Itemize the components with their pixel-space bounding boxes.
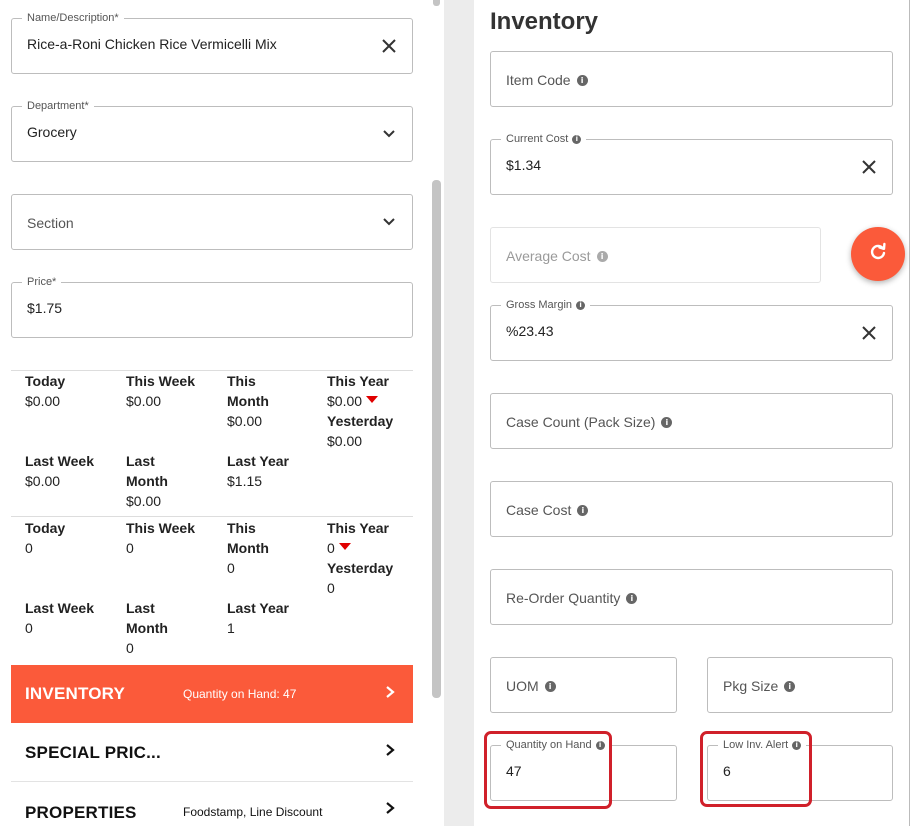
stat-last-month: Last Month 0 xyxy=(126,600,168,656)
stat-this-year: This Year $0.00 Yesterday $0.00 xyxy=(327,373,394,449)
stat-last-year: Last Year 1 xyxy=(227,600,290,636)
sales-units-grid: Today 0 This Week 0 This Month 0 This Ye… xyxy=(11,516,413,664)
case-count-placeholder: Case Count (Pack Size) i xyxy=(506,414,673,430)
gross-margin-field[interactable]: Gross Margin i %23.43 xyxy=(490,299,893,361)
name-description-field[interactable]: Name/Description* Rice-a-Roni Chicken Ri… xyxy=(11,12,413,74)
stat-last-month: Last Month $0.00 xyxy=(126,453,168,509)
inventory-panel: Inventory Item Code i Current Cost i $1.34… xyxy=(474,0,909,826)
low-inv-alert-highlight xyxy=(700,731,812,807)
case-count-field[interactable]: Case Count (Pack Size) i xyxy=(490,393,893,449)
current-cost-field[interactable]: Current Cost i $1.34 xyxy=(490,133,893,195)
clear-gross-margin-close-icon[interactable] xyxy=(860,324,878,342)
name-description-value[interactable]: Rice-a-Roni Chicken Rice Vermicelli Mix xyxy=(27,36,277,52)
properties-accordion[interactable]: PROPERTIES Foodstamp, Line Discount xyxy=(11,783,413,826)
chevron-down-icon[interactable] xyxy=(380,125,398,143)
stat-this-month: This Month $0.00 xyxy=(227,373,269,429)
price-value[interactable]: $1.75 xyxy=(27,300,62,316)
scrollbar-thumb[interactable] xyxy=(432,180,441,698)
chevron-down-icon[interactable] xyxy=(380,213,398,231)
current-cost-value[interactable]: $1.34 xyxy=(506,157,541,173)
gross-margin-value[interactable]: %23.43 xyxy=(506,323,553,339)
properties-accordion-subtitle: Foodstamp, Line Discount xyxy=(183,805,323,819)
stat-last-week: Last Week 0 xyxy=(25,600,94,636)
clear-name-close-icon[interactable] xyxy=(380,37,398,55)
inventory-accordion-title: INVENTORY xyxy=(25,684,126,703)
department-value: Grocery xyxy=(27,124,77,140)
panel-divider xyxy=(444,0,474,826)
stat-this-week: This Week $0.00 xyxy=(126,373,195,409)
current-cost-label: Current Cost i xyxy=(501,133,587,146)
section-select[interactable]: Section xyxy=(11,194,413,250)
item-details-panel: Name/Description* Rice-a-Roni Chicken Ri… xyxy=(0,0,430,826)
info-icon[interactable]: i xyxy=(661,416,673,428)
reorder-quantity-field[interactable]: Re-Order Quantity i xyxy=(490,569,893,625)
chevron-right-icon xyxy=(385,685,395,704)
info-icon[interactable]: i xyxy=(576,301,586,310)
down-triangle-icon xyxy=(366,396,379,403)
special-price-accordion[interactable]: SPECIAL PRIC... xyxy=(11,724,413,782)
stat-this-year: This Year 0 Yesterday 0 xyxy=(327,520,394,596)
info-icon[interactable]: i xyxy=(626,592,638,604)
special-price-accordion-title: SPECIAL PRIC... xyxy=(25,742,161,762)
average-cost-placeholder: Average Cost i xyxy=(506,248,608,264)
stat-today: Today $0.00 xyxy=(25,373,66,409)
average-cost-field: Average Cost i xyxy=(490,227,821,283)
uom-field[interactable]: UOM i xyxy=(490,657,677,713)
down-triangle-icon xyxy=(338,543,351,550)
app-window: Name/Description* Rice-a-Roni Chicken Ri… xyxy=(0,0,910,826)
chevron-right-icon xyxy=(385,743,395,762)
info-icon[interactable]: i xyxy=(544,680,556,692)
case-cost-field[interactable]: Case Cost i xyxy=(490,481,893,537)
price-label: Price* xyxy=(22,276,62,289)
pkg-size-placeholder: Pkg Size i xyxy=(723,678,796,694)
price-field[interactable]: Price* $1.75 xyxy=(11,276,413,338)
stat-this-month: This Month 0 xyxy=(227,520,269,576)
inventory-heading: Inventory xyxy=(490,8,599,35)
inventory-accordion-subtitle: Quantity on Hand: 47 xyxy=(183,687,297,701)
info-icon[interactable]: i xyxy=(784,680,796,692)
info-icon[interactable]: i xyxy=(576,74,588,86)
stat-this-week: This Week 0 xyxy=(126,520,195,556)
section-placeholder: Section xyxy=(27,215,74,231)
reorder-quantity-placeholder: Re-Order Quantity i xyxy=(506,590,638,606)
inventory-accordion[interactable]: INVENTORY Quantity on Hand: 47 xyxy=(11,665,413,723)
uom-placeholder: UOM i xyxy=(506,678,556,694)
refresh-icon xyxy=(868,242,888,267)
department-select[interactable]: Department* Grocery xyxy=(11,100,413,162)
quantity-on-hand-highlight xyxy=(484,731,612,809)
department-label: Department* xyxy=(22,100,94,113)
properties-accordion-title: PROPERTIES xyxy=(25,803,137,822)
sales-dollars-grid: Today $0.00 This Week $0.00 This Month $… xyxy=(11,370,413,516)
clear-current-cost-close-icon[interactable] xyxy=(860,158,878,176)
name-description-label: Name/Description* xyxy=(22,12,124,25)
info-icon[interactable]: i xyxy=(572,135,582,144)
gross-margin-label: Gross Margin i xyxy=(501,299,591,312)
item-code-field[interactable]: Item Code i xyxy=(490,51,893,107)
pkg-size-field[interactable]: Pkg Size i xyxy=(707,657,893,713)
info-icon[interactable]: i xyxy=(577,504,589,516)
stat-last-year: Last Year $1.15 xyxy=(227,453,290,489)
stat-today: Today 0 xyxy=(25,520,66,556)
case-cost-placeholder: Case Cost i xyxy=(506,502,589,518)
refresh-button[interactable] xyxy=(851,227,905,281)
stat-last-week: Last Week $0.00 xyxy=(25,453,94,489)
scroll-up-arrow[interactable] xyxy=(433,0,440,6)
chevron-right-icon xyxy=(385,801,395,820)
info-icon[interactable]: i xyxy=(596,250,608,262)
item-code-placeholder: Item Code i xyxy=(506,72,588,88)
